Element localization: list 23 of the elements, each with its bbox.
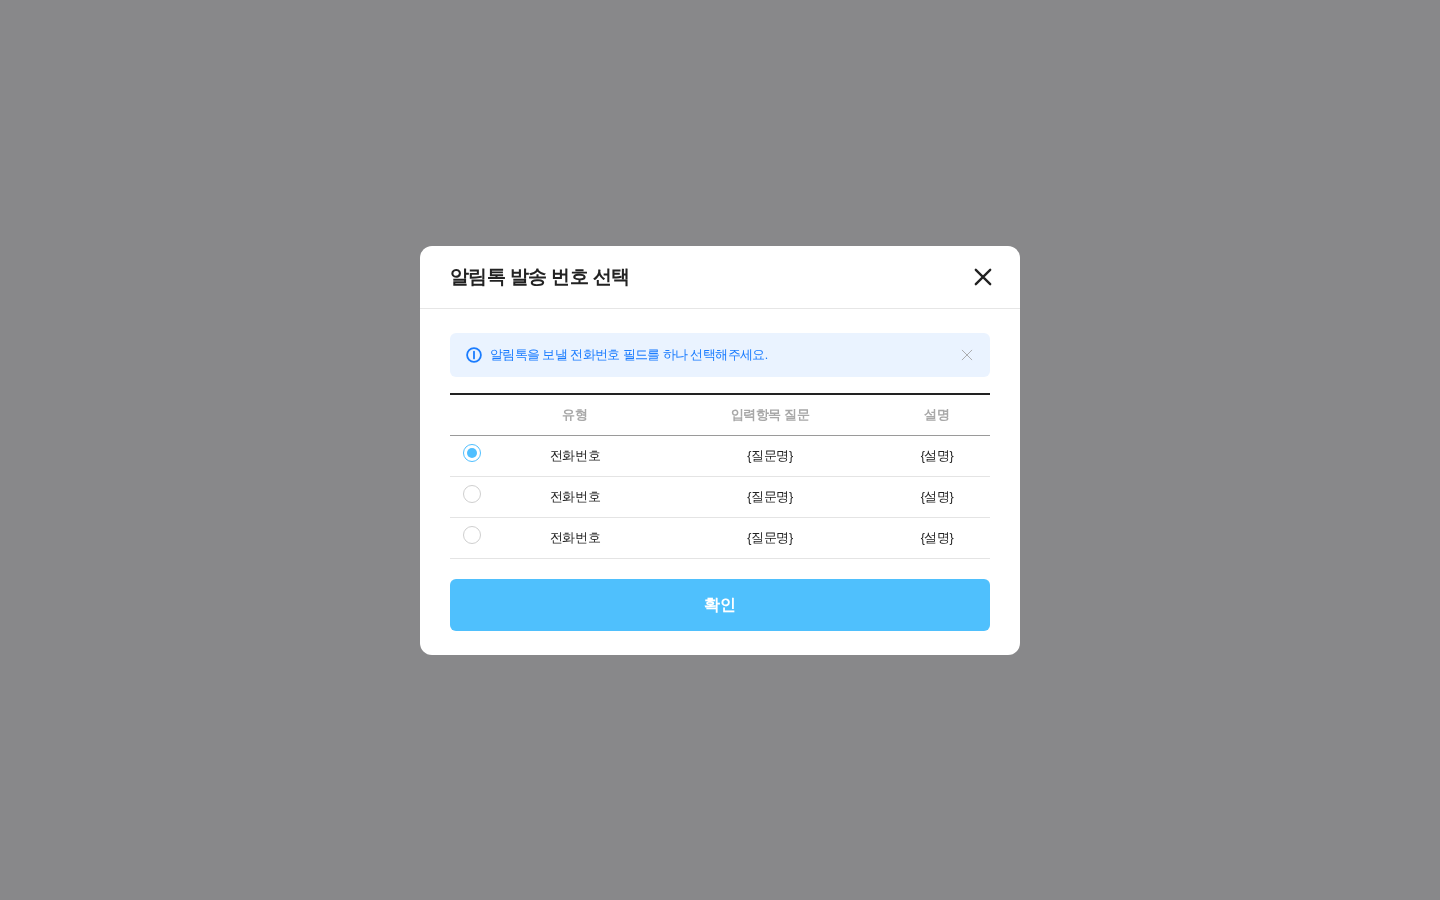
confirm-button[interactable]: 확인 (450, 579, 990, 631)
table-cell: {질문명} (656, 517, 884, 559)
close-button[interactable] (974, 268, 992, 286)
column-header: 입력항목 질문 (656, 394, 884, 436)
table-cell: {설명} (884, 517, 990, 559)
table-cell: {질문명} (656, 435, 884, 477)
info-icon (466, 347, 482, 363)
alert-close-button[interactable] (961, 349, 973, 361)
table-cell: 전화번호 (494, 517, 656, 559)
radio-button[interactable] (463, 526, 481, 544)
radio-button[interactable] (463, 444, 481, 462)
table-cell: {질문명} (656, 476, 884, 518)
column-header: 설명 (884, 394, 990, 436)
table-cell: 전화번호 (494, 435, 656, 477)
modal-title: 알림톡 발송 번호 선택 (450, 265, 630, 289)
alert-message: 알림톡을 보낼 전화번호 필드를 하나 선택해주세요. (490, 346, 769, 364)
table-cell: {설명} (884, 476, 990, 518)
table-cell: 전화번호 (494, 476, 656, 518)
radio-button[interactable] (463, 485, 481, 503)
column-header: 유형 (494, 394, 656, 436)
close-icon (961, 349, 973, 361)
table-cell: {설명} (884, 435, 990, 477)
close-icon (974, 268, 992, 286)
